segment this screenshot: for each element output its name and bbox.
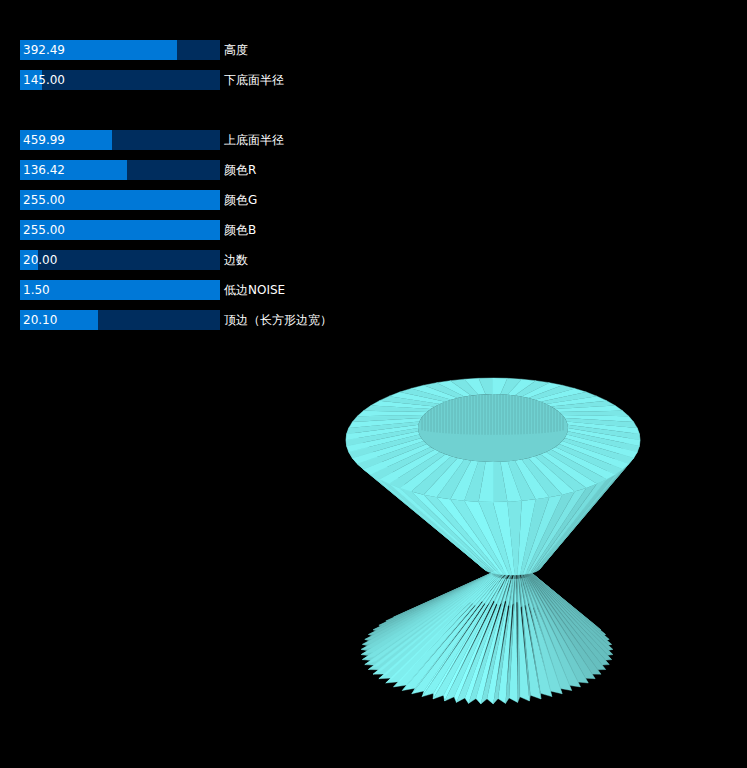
slider-row: 20.10 顶边（长方形边宽） — [20, 310, 747, 330]
slider-row: 1.50 低边NOISE — [20, 280, 747, 300]
slider-value: 459.99 — [20, 130, 220, 150]
slider[interactable]: 459.99 — [20, 130, 220, 150]
slider-label: 高度 — [224, 42, 248, 59]
slider-value: 145.00 — [20, 70, 220, 90]
slider[interactable]: 145.00 — [20, 70, 220, 90]
slider-label: 边数 — [224, 252, 248, 269]
slider-value: 136.42 — [20, 160, 220, 180]
slider-value: 20.00 — [20, 250, 220, 270]
slider-label: 顶边（长方形边宽） — [224, 312, 332, 329]
slider-fill — [20, 280, 220, 300]
app-window: 392.49 高度 145.00 下底面半径 459.99 上底面半径 136.… — [0, 0, 747, 768]
slider[interactable]: 392.49 — [20, 40, 220, 60]
slider-row: 255.00 颜色B — [20, 220, 747, 240]
slider-row: 145.00 下底面半径 — [20, 70, 747, 90]
slider[interactable]: 255.00 — [20, 190, 220, 210]
slider-label: 上底面半径 — [224, 132, 284, 149]
slider-group: 459.99 上底面半径 136.42 颜色R 255.00 颜色G 255.0… — [20, 130, 747, 330]
slider-row: 20.00 边数 — [20, 250, 747, 270]
slider-row: 255.00 颜色G — [20, 190, 747, 210]
slider[interactable]: 20.10 — [20, 310, 220, 330]
slider-label: 颜色R — [224, 162, 256, 179]
slider-value: 255.00 — [20, 220, 220, 240]
slider-row: 459.99 上底面半径 — [20, 130, 747, 150]
slider-row: 136.42 颜色R — [20, 160, 747, 180]
slider-group: 392.49 高度 145.00 下底面半径 — [20, 40, 747, 90]
slider-value: 392.49 — [20, 40, 220, 60]
slider-label: 颜色B — [224, 222, 256, 239]
slider-value: 1.50 — [20, 280, 220, 300]
slider-value: 20.10 — [20, 310, 220, 330]
slider[interactable]: 136.42 — [20, 160, 220, 180]
slider[interactable]: 255.00 — [20, 220, 220, 240]
slider[interactable]: 1.50 — [20, 280, 220, 300]
control-panel: 392.49 高度 145.00 下底面半径 459.99 上底面半径 136.… — [0, 0, 747, 330]
slider[interactable]: 20.00 — [20, 250, 220, 270]
slider-label: 颜色G — [224, 192, 257, 209]
slider-label: 低边NOISE — [224, 282, 285, 299]
slider-row: 392.49 高度 — [20, 40, 747, 60]
cone-model — [0, 0, 747, 768]
slider-label: 下底面半径 — [224, 72, 284, 89]
slider-value: 255.00 — [20, 190, 220, 210]
